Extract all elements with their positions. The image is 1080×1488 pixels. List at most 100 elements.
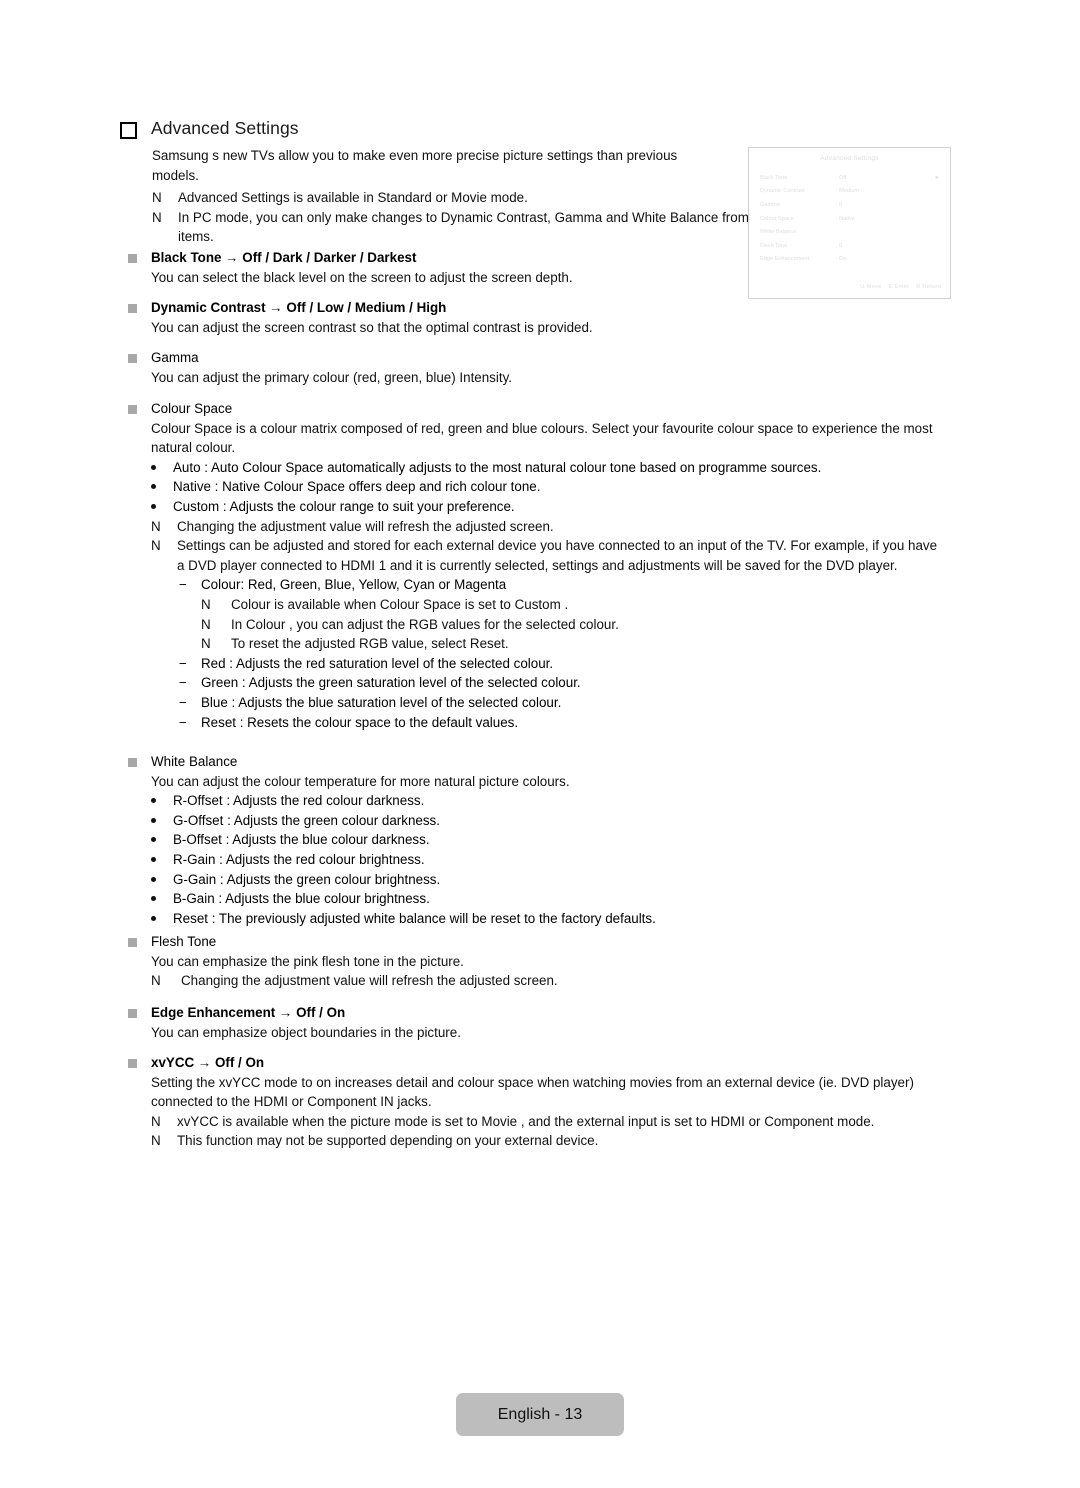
list-item: R-Offset : Adjusts the red colour darkne… <box>151 791 948 811</box>
section-heading-row: Edge Enhancement → Off / On <box>128 1003 948 1023</box>
osd-item-value: : 0 <box>836 201 843 208</box>
square-bullet-icon <box>128 1059 137 1068</box>
square-bullet-icon <box>128 938 137 947</box>
note-marker-icon: N <box>152 209 162 225</box>
sub-list-item: − Reset : Resets the colour space to the… <box>179 713 948 733</box>
colour-space-note-1: N Changing the adjustment value will ref… <box>151 517 948 537</box>
section-heading: Edge Enhancement → Off / On <box>151 1005 346 1020</box>
sub-list-item: − Blue : Adjusts the blue saturation lev… <box>179 693 948 713</box>
osd-item-label: Dynamic Contrast <box>760 188 805 195</box>
dash-bullet-icon: − <box>179 655 187 671</box>
list-item-text: R-Gain : Adjusts the red colour brightne… <box>173 851 425 867</box>
sub-list-item: − Colour: Red, Green, Blue, Yellow, Cyan… <box>179 575 948 595</box>
xvycc-note-2: N This function may not be supported dep… <box>151 1131 958 1151</box>
square-bullet-icon <box>128 304 137 313</box>
list-item-text: B-Offset : Adjusts the blue colour darkn… <box>173 832 430 848</box>
osd-item-label: White Balance <box>760 229 797 236</box>
round-bullet-icon <box>151 464 156 470</box>
section-heading: xvYCC → Off / On <box>151 1055 265 1070</box>
osd-menu-list: Black Tone : Off ► Dynamic Contrast : Me… <box>749 171 950 266</box>
list-item-text: G-Gain : Adjusts the green colour bright… <box>173 871 441 887</box>
round-bullet-icon <box>151 484 156 490</box>
osd-title: Advanced Settings <box>820 155 879 162</box>
flesh-tone-note: N Changing the adjustment value will ref… <box>151 971 948 991</box>
section-body: You can emphasize object boundaries in t… <box>151 1024 461 1040</box>
section-heading-row: Flesh Tone <box>128 932 948 952</box>
osd-hint-action: Move <box>866 284 882 290</box>
list-item-text: Native : Native Colour Space offers deep… <box>173 479 541 495</box>
colour-sub-note-1: N Colour is available when Colour Space … <box>201 595 948 615</box>
osd-menu-item-dynamic-contrast[interactable]: Dynamic Contrast : Medium <box>760 185 940 199</box>
list-item: Native : Native Colour Space offers deep… <box>151 477 948 497</box>
note-marker-icon: N <box>151 538 161 554</box>
hollow-square-bullet-icon <box>120 122 137 139</box>
section-body: You can adjust the primary colour (red, … <box>151 369 512 385</box>
osd-item-label: Gamma <box>760 201 780 208</box>
section-body: You can adjust the screen contrast so th… <box>151 319 593 335</box>
page-title: Advanced Settings <box>151 118 299 138</box>
section-heading: White Balance <box>151 754 238 769</box>
sub-list-item-text: Blue : Adjusts the blue saturation level… <box>201 694 562 710</box>
section-heading-row: Dynamic Contrast → Off / Low / Medium / … <box>128 298 948 318</box>
osd-menu-item-black-tone[interactable]: Black Tone : Off ► <box>760 171 940 185</box>
section-heading-row: Gamma <box>128 348 948 368</box>
colour-sub-note-2: N In Colour , you can adjust the RGB val… <box>201 615 948 635</box>
section-heading-row: White Balance <box>128 752 948 772</box>
dash-bullet-icon: − <box>179 714 187 730</box>
note-text: Changing the adjustment value will refre… <box>177 518 554 534</box>
osd-hint-action: Return <box>922 284 941 290</box>
note-marker-icon: N <box>151 1133 161 1149</box>
list-item: Reset : The previously adjusted white ba… <box>151 909 948 929</box>
note-text: To reset the adjusted RGB value, select … <box>231 636 509 652</box>
square-bullet-icon <box>128 758 137 767</box>
intro-paragraph: Samsung s new TVs allow you to make even… <box>152 148 678 183</box>
osd-hint-key: U <box>860 284 865 290</box>
note-text: In Colour , you can adjust the RGB value… <box>231 616 619 632</box>
section-body: You can adjust the colour temperature fo… <box>151 773 570 789</box>
dash-bullet-icon: − <box>179 577 187 593</box>
dash-bullet-icon: − <box>179 694 187 710</box>
section-xvycc: xvYCC → Off / On Setting the xvYCC mode … <box>128 1053 958 1151</box>
osd-menu-item-colour-space[interactable]: Colour Space : Native <box>760 212 940 226</box>
osd-menu-item-gamma[interactable]: Gamma : 0 <box>760 198 940 212</box>
round-bullet-icon <box>151 915 156 921</box>
square-bullet-icon <box>128 1009 137 1018</box>
osd-item-label: Black Tone <box>760 174 788 181</box>
osd-key-hints: U Move E Enter R Return <box>860 284 941 290</box>
section-body: Setting the xvYCC mode to on increases d… <box>151 1074 914 1110</box>
note-marker-icon: N <box>151 973 161 989</box>
note-text: xvYCC is available when the picture mode… <box>177 1113 875 1129</box>
osd-hint-move: U Move <box>860 284 881 290</box>
colour-space-note-2: N Settings can be adjusted and stored fo… <box>151 536 948 575</box>
note-text: Settings can be adjusted and stored for … <box>177 538 938 573</box>
osd-menu-item-edge-enhancement[interactable]: Edge Enhancement : On <box>760 253 940 267</box>
square-bullet-icon <box>128 354 137 363</box>
section-body: You can emphasize the pink flesh tone in… <box>151 953 464 969</box>
xvycc-note-1: N xvYCC is available when the picture mo… <box>151 1112 958 1132</box>
note-marker-icon: N <box>151 518 161 534</box>
list-item: B-Gain : Adjusts the blue colour brightn… <box>151 889 948 909</box>
round-bullet-icon <box>151 503 156 509</box>
osd-item-value: : Medium <box>836 188 860 195</box>
list-item-text: G-Offset : Adjusts the green colour dark… <box>173 812 440 828</box>
note-marker-icon: N <box>151 1113 161 1129</box>
note-text: Changing the adjustment value will refre… <box>181 973 558 989</box>
round-bullet-icon <box>151 817 156 823</box>
section-heading: Black Tone → Off / Dark / Darker / Darke… <box>151 250 417 265</box>
osd-menu-item-flesh-tone[interactable]: Flesh Tone : 0 <box>760 239 940 253</box>
osd-item-value: : Off <box>836 174 847 181</box>
tv-osd-screenshot: Advanced Settings Black Tone : Off ► Dyn… <box>748 147 951 299</box>
osd-hint-key: E <box>888 284 893 290</box>
osd-hint-enter: E Enter <box>888 284 909 290</box>
note-text: This function may not be supported depen… <box>177 1133 599 1149</box>
section-colour-space: Colour Space Colour Space is a colour ma… <box>128 399 948 732</box>
osd-item-value: : Native <box>836 215 855 222</box>
dash-bullet-icon: − <box>179 675 187 691</box>
osd-item-label: Colour Space <box>760 215 794 222</box>
sub-list-item: − Red : Adjusts the red saturation level… <box>179 654 948 674</box>
section-heading: Dynamic Contrast → Off / Low / Medium / … <box>151 300 447 315</box>
round-bullet-icon <box>151 837 156 843</box>
section-heading-row: Colour Space <box>128 399 948 419</box>
osd-menu-item-white-balance[interactable]: White Balance <box>760 225 940 239</box>
sub-list-item: − Green : Adjusts the green saturation l… <box>179 673 948 693</box>
